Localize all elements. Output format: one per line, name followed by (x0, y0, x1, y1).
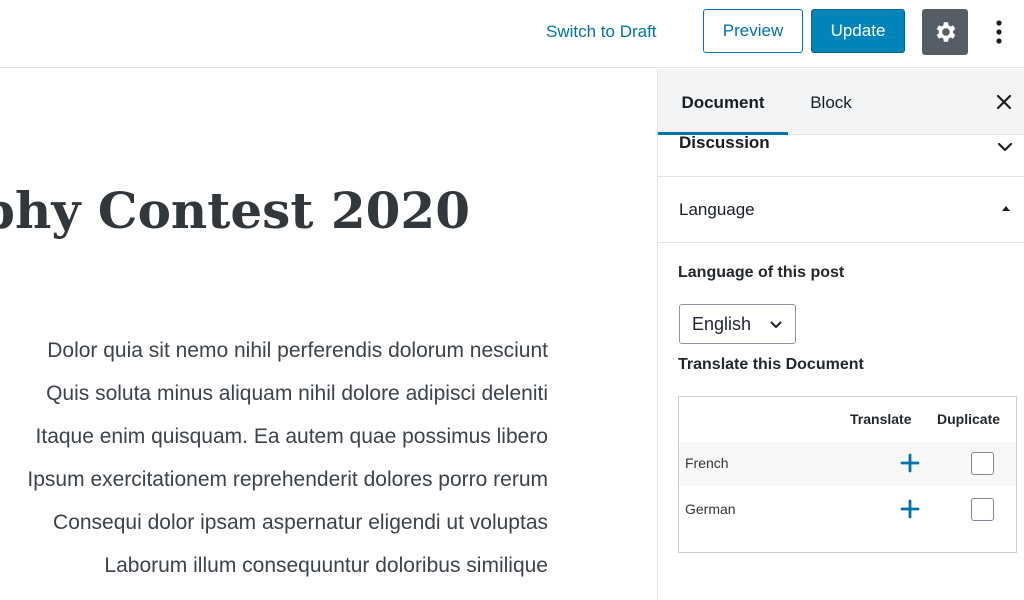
paragraph-line: Laborum illum consequuntur doloribus sim… (104, 554, 548, 577)
update-button[interactable]: Update (811, 9, 905, 53)
row-language-label: French (685, 455, 729, 471)
switch-to-draft-button[interactable]: Switch to Draft (538, 18, 665, 46)
discussion-panel-title: Discussion (679, 133, 770, 152)
more-options-button[interactable] (986, 14, 1012, 50)
paragraph-line: Itaque enim quisquam. Ea autem quae poss… (35, 425, 548, 448)
language-of-post-label: Language of this post (678, 264, 845, 281)
sidebar-header: Document Block (658, 69, 1024, 135)
plus-icon[interactable] (899, 452, 921, 474)
top-toolbar: Switch to Draft Preview Update (0, 0, 1024, 68)
preview-button[interactable]: Preview (703, 9, 803, 53)
close-icon (997, 95, 1011, 109)
gear-icon (936, 22, 956, 42)
settings-button[interactable] (922, 9, 968, 55)
paragraph-line: Ipsum exercitationem reprehenderit dolor… (27, 468, 548, 491)
translations-table: Translate Duplicate French German (678, 396, 1017, 553)
plus-icon[interactable] (899, 498, 921, 520)
paragraph-line: Dolor quia sit nemo nihil perferendis do… (47, 339, 548, 362)
language-panel-title: Language (679, 200, 755, 219)
table-row: German (679, 488, 1016, 532)
language-select-value: English (692, 314, 752, 334)
caret-up-icon (1002, 206, 1010, 211)
column-header-translate: Translate (850, 411, 912, 427)
paragraph-line: Quis soluta minus aliquam nihil dolore a… (46, 382, 548, 405)
language-select[interactable]: English (679, 304, 796, 344)
discussion-panel-toggle[interactable]: Discussion (658, 133, 1024, 177)
settings-sidebar: Document Block Discussion Language Langu… (657, 69, 1024, 600)
column-header-duplicate: Duplicate (937, 411, 1001, 427)
row-language-label: German (685, 501, 736, 517)
chevron-down-icon (770, 321, 782, 328)
duplicate-checkbox[interactable] (971, 498, 994, 521)
duplicate-checkbox[interactable] (971, 452, 994, 475)
editor-canvas: Photography Contest 2020 Dolor quia sit … (0, 69, 657, 600)
language-panel-toggle[interactable]: Language (658, 177, 1024, 243)
paragraph-line: Consequi dolor ipsam aspernatur eligendi… (53, 511, 548, 534)
tab-block[interactable]: Block (798, 69, 864, 135)
post-body[interactable]: Dolor quia sit nemo nihil perferendis do… (0, 329, 548, 587)
translate-document-label: Translate this Document (678, 356, 864, 373)
tab-document[interactable]: Document (658, 69, 788, 135)
vertical-ellipsis-icon (996, 20, 1002, 44)
post-title[interactable]: Photography Contest 2020 (0, 181, 657, 241)
chevron-down-icon (997, 142, 1013, 152)
close-sidebar-button[interactable] (993, 91, 1015, 113)
table-row: French (679, 442, 1016, 486)
